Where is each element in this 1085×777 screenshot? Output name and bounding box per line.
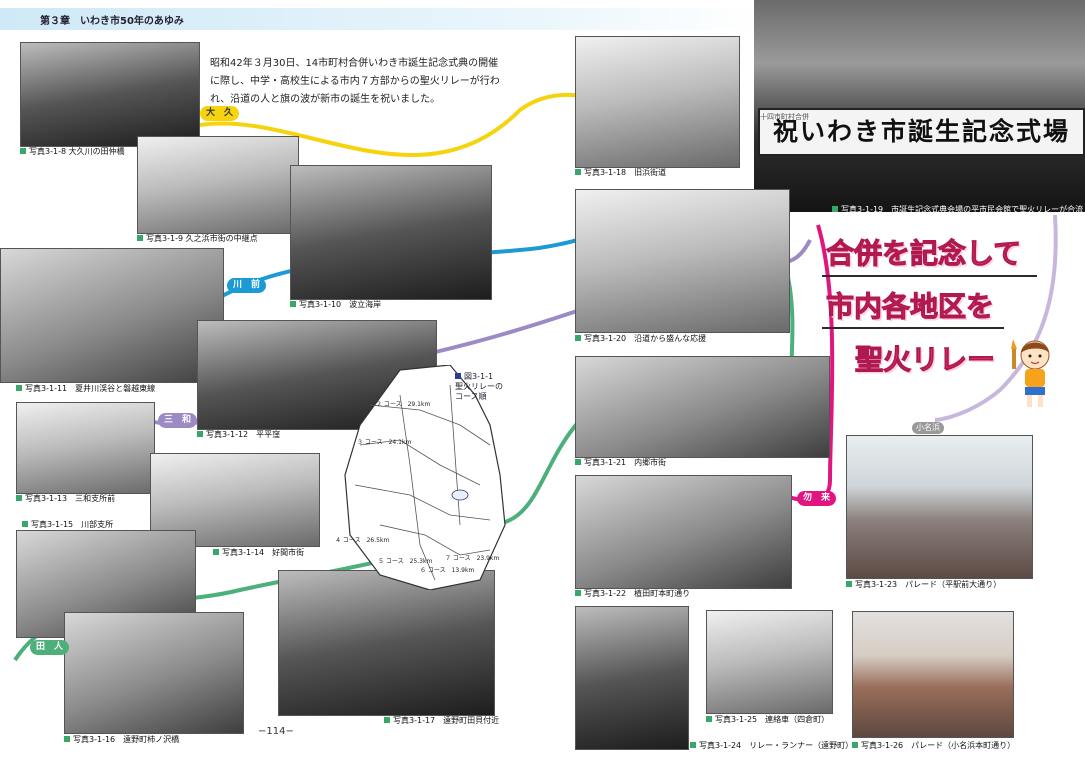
photo-3-1-13: [16, 402, 155, 494]
map-label-c7: ７ コース 23.9km: [445, 555, 500, 562]
tag-nakoso: 勿 来: [797, 491, 837, 506]
caption-3-1-15: 写真3-1-15 川部支所: [22, 520, 113, 530]
tag-onahama: 小名浜: [912, 422, 944, 434]
tag-miwa: 三 和: [158, 413, 198, 428]
caption-3-1-23: 写真3-1-23 パレード（平駅前大通り）: [846, 580, 1001, 590]
map-label-c6: ６ コース 13.9km: [420, 567, 475, 574]
feature-title-rule1: [822, 275, 1037, 277]
photo-3-1-19: [754, 0, 1085, 212]
map-caption: 図3-1-1 聖火リレーの コース順: [455, 372, 503, 401]
ceremony-sign-sub: 十四市町村合併: [760, 113, 809, 121]
map-label-c3: ３ コース 24.1km: [357, 439, 412, 446]
caption-3-1-13: 写真3-1-13 三和支所前: [16, 494, 115, 504]
caption-3-1-25: 写真3-1-25 連絡車（四倉町）: [706, 715, 829, 725]
photo-3-1-21: [575, 356, 830, 458]
map-label-c5: ５ コース 25.3km: [378, 558, 433, 565]
feature-title-rule2: [822, 327, 1004, 329]
feature-title-line3: 聖火リレー: [854, 343, 996, 377]
caption-3-1-9: 写真3-1-9 久之浜市街の中継点: [137, 234, 258, 244]
caption-3-1-20: 写真3-1-20 沿道から盛んな応援: [575, 334, 706, 344]
photo-3-1-9: [137, 136, 299, 234]
caption-3-1-24: 写真3-1-24 リレー・ランナー（遠野町）: [690, 741, 853, 751]
photo-3-1-8: [20, 42, 200, 147]
caption-3-1-21: 写真3-1-21 内郷市街: [575, 458, 666, 468]
chapter-title: 第３章 いわき市50年のあゆみ: [40, 16, 184, 27]
tag-ohisa: 大 久: [200, 106, 240, 121]
photo-3-1-18: [575, 36, 740, 168]
torch-runner-mascot-icon: [1011, 339, 1050, 407]
page-number: −114−: [258, 726, 294, 737]
photo-3-1-26: [852, 611, 1014, 738]
caption-3-1-12: 写真3-1-12 平平窪: [197, 430, 280, 440]
map-label-c4: ４ コース 26.5km: [335, 537, 390, 544]
photo-3-1-20: [575, 189, 790, 333]
photo-3-1-22: [575, 475, 792, 589]
photo-3-1-17: [278, 570, 495, 716]
caption-3-1-11: 写真3-1-11 夏井川渓谷と磐越東線: [16, 384, 155, 394]
photo-3-1-10: [290, 165, 492, 300]
caption-3-1-19: 写真3-1-19 市誕生記念式典会場の平市民会館で聖火リレーが合流: [832, 205, 1083, 215]
caption-3-1-8: 写真3-1-8 大久川の田仲橋: [20, 147, 125, 157]
intro-paragraph: 昭和42年３月30日、14市町村合併いわき市誕生記念式典の開催に際し、中学・高校…: [210, 58, 500, 105]
photo-3-1-24: [575, 606, 689, 750]
photo-3-1-16: [64, 612, 244, 734]
map-label-c2: ２ コース 29.1km: [376, 401, 431, 408]
photo-3-1-25: [706, 610, 833, 714]
caption-3-1-17: 写真3-1-17 遠野町田貝付近: [384, 716, 499, 726]
caption-3-1-22: 写真3-1-22 植田町本町通り: [575, 589, 690, 599]
caption-3-1-18: 写真3-1-18 旧浜街道: [575, 168, 666, 178]
caption-3-1-14: 写真3-1-14 好間市街: [213, 548, 304, 558]
feature-title-line2: 市内各地区を: [825, 290, 995, 324]
tag-tabito: 田 人: [30, 640, 70, 655]
caption-3-1-10: 写真3-1-10 波立海岸: [290, 300, 381, 310]
caption-3-1-26: 写真3-1-26 パレード（小名浜本町通り）: [852, 741, 1015, 751]
tag-kawamae: 川 前: [227, 278, 267, 293]
feature-title-line1: 合併を記念して: [825, 237, 1022, 271]
caption-3-1-16: 写真3-1-16 遠野町柿ノ沢橋: [64, 735, 179, 745]
photo-3-1-23: [846, 435, 1033, 579]
photo-3-1-11: [0, 248, 224, 383]
